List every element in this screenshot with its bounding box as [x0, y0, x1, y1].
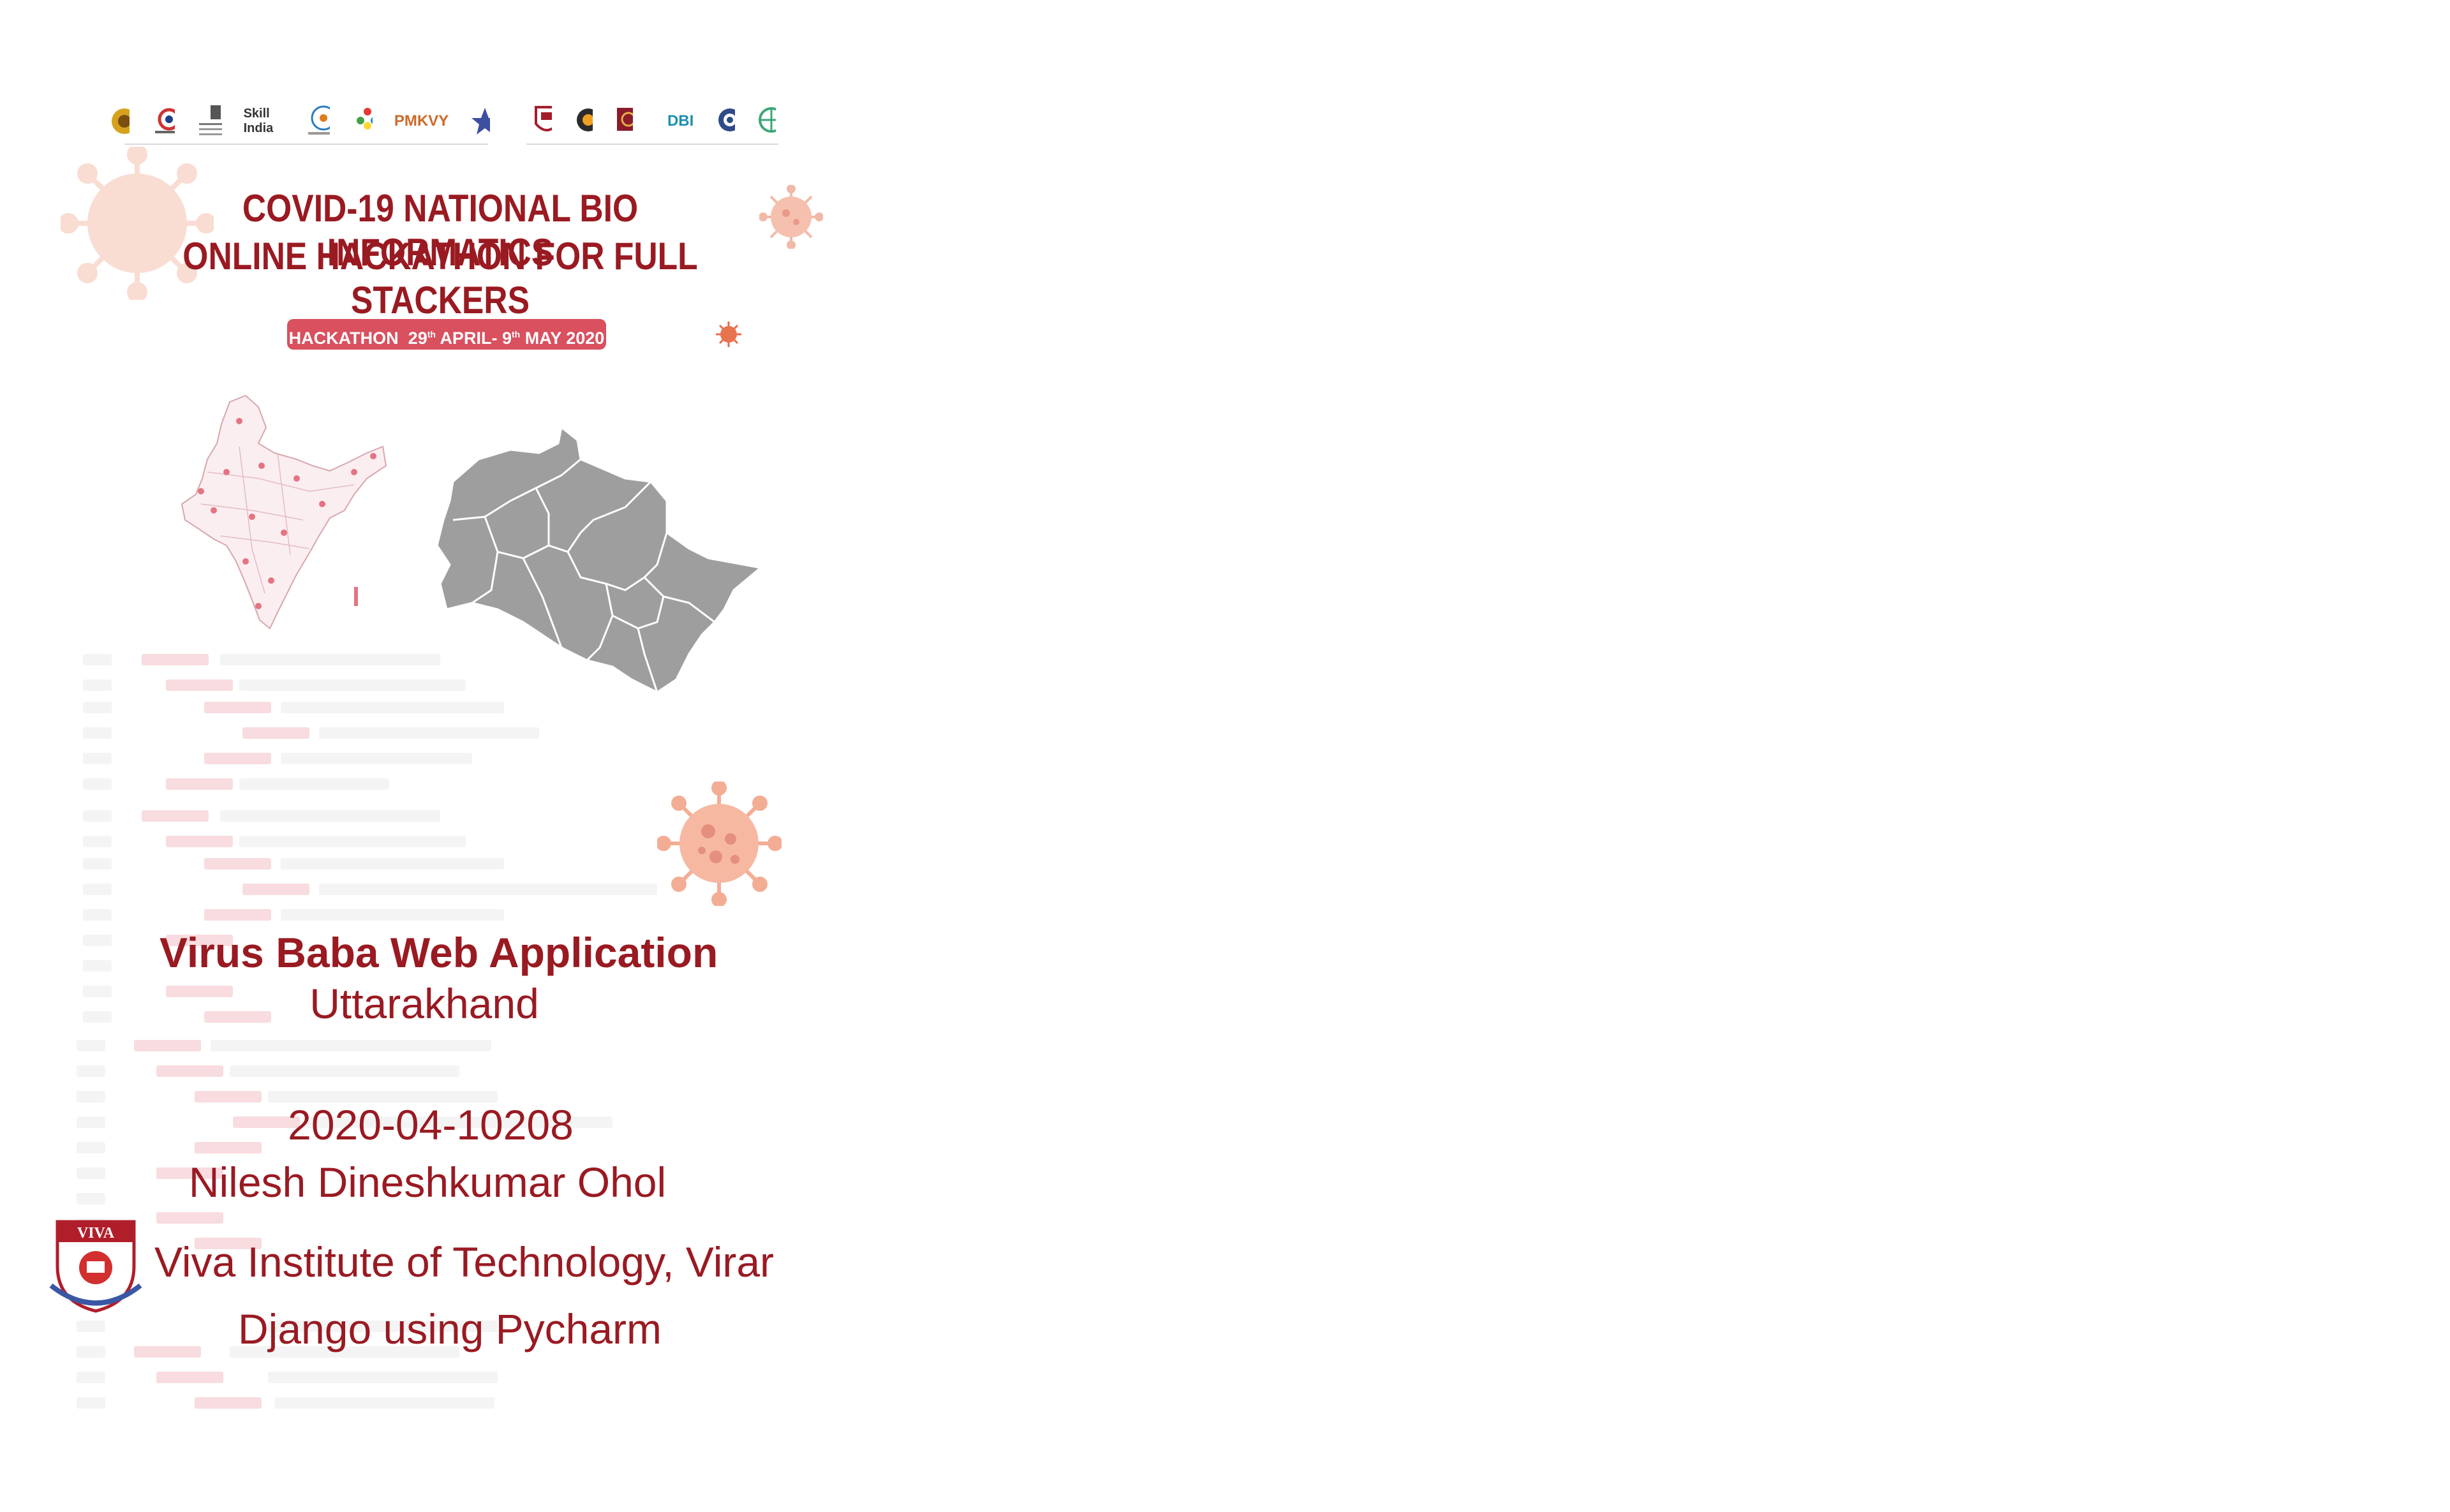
- emblem-logo-icon: [112, 108, 130, 134]
- dbi-logo: DBI: [667, 112, 694, 130]
- uttarakhand-map-icon: [436, 426, 763, 693]
- square-seal-logo-icon: [616, 108, 633, 131]
- virus-small-right-icon: [759, 185, 823, 249]
- poster-title-line2: ONLINE HACKATHON FOR FULL STACKERS: [182, 235, 698, 322]
- logo-divider-left: [124, 144, 488, 145]
- sponsor-logos: Skill India PMKVY DBI: [108, 96, 798, 147]
- state-name: Uttarakhand: [309, 980, 539, 1027]
- virus-tiny-icon: [716, 322, 741, 347]
- ministry-logo-icon: [155, 108, 175, 133]
- star-badge-logo-icon: [471, 108, 490, 135]
- technology-stack: Django using Pycharm: [238, 1305, 662, 1353]
- project-title: Virus Baba Web Application: [160, 929, 718, 976]
- svg-text:VIVA: VIVA: [77, 1225, 115, 1241]
- university-crest-logo-icon: [534, 106, 552, 131]
- colorful-star-logo-icon: [356, 108, 373, 130]
- sun-logo-icon: [576, 108, 593, 131]
- green-globe-logo-icon: [758, 107, 776, 133]
- hackathon-date-badge: HACKATHON 29th APRIL- 9th MAY 2020: [287, 319, 606, 350]
- skill-india-logo: Skill India: [243, 107, 274, 135]
- logo-divider-right: [526, 144, 778, 145]
- circular-seal-logo-icon: [718, 108, 735, 131]
- hackathon-poster: Skill India PMKVY DBI COVID-19 NATIONAL …: [0, 0, 842, 1512]
- india-map-icon: [181, 394, 387, 630]
- ministry-round-logo-icon: [308, 105, 330, 135]
- team-leader-name: Nilesh Dineshkumar Ohol: [188, 1159, 667, 1206]
- pmkvy-logo: PMKVY: [394, 112, 449, 130]
- ashoka-emblem-icon: [198, 105, 222, 135]
- institute-name: Viva Institute of Technology, Virar: [154, 1238, 775, 1286]
- viva-institute-logo: VIVA: [49, 1220, 142, 1313]
- virus-medium-icon: [657, 782, 782, 906]
- team-id: 2020-04-10208: [288, 1101, 574, 1148]
